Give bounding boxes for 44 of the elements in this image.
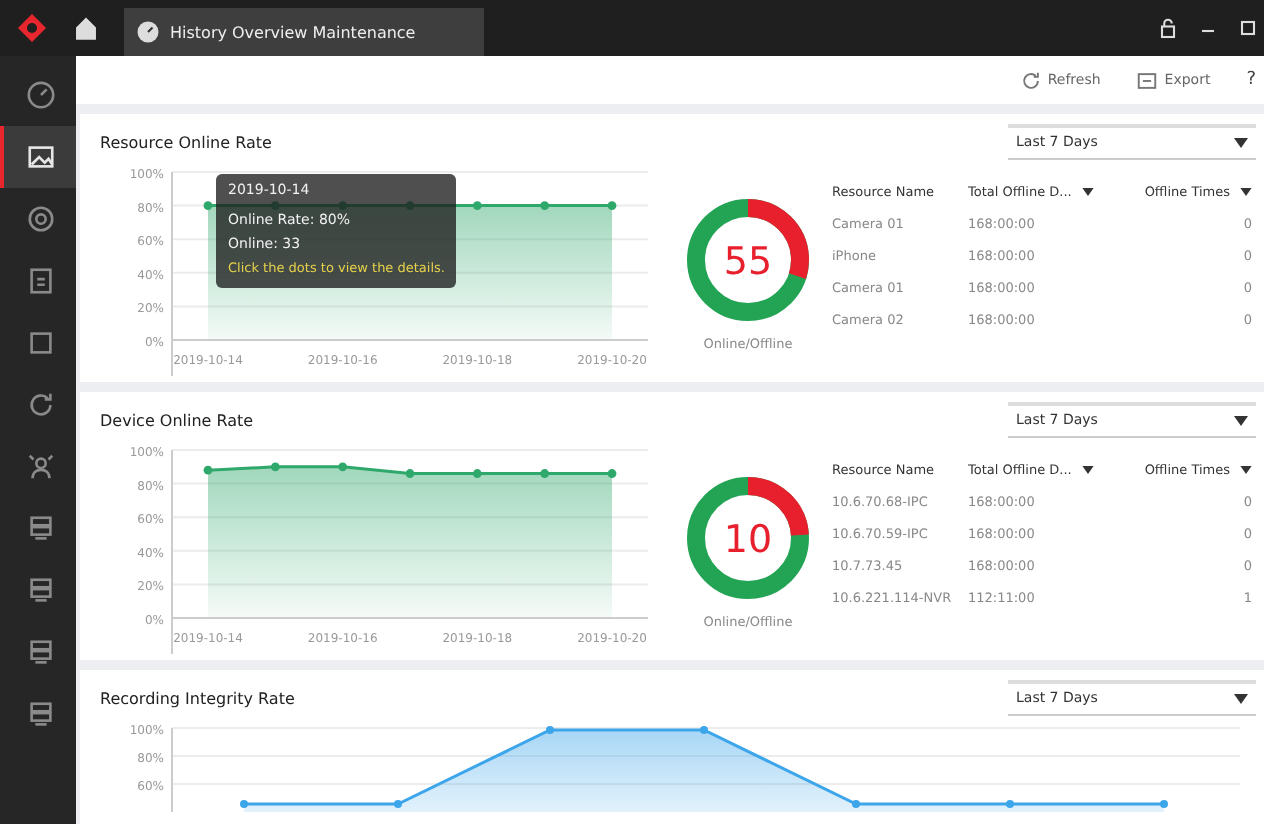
data-point[interactable] [405, 469, 415, 478]
square-icon [25, 328, 55, 358]
sort-icon[interactable] [1240, 466, 1252, 474]
caret-icon [1234, 693, 1248, 703]
data-point[interactable] [472, 469, 482, 478]
data-point[interactable] [338, 462, 348, 472]
data-point[interactable] [607, 201, 617, 210]
data-point[interactable] [472, 201, 482, 210]
gauge-icon [25, 80, 55, 110]
server-icon [25, 514, 55, 544]
refresh-icon [1019, 69, 1042, 91]
gauge-icon [136, 20, 160, 44]
sort-icon[interactable] [1081, 466, 1094, 474]
panel-title: Recording Integrity Rate [100, 689, 295, 707]
caret-icon [1234, 415, 1248, 425]
help-button[interactable]: ? [1242, 66, 1260, 94]
server-icon [25, 576, 55, 606]
image-icon [25, 142, 55, 172]
maximize-icon[interactable] [1236, 16, 1260, 40]
logo-icon [16, 12, 48, 44]
document-icon [25, 266, 55, 296]
panel-title: Device Online Rate [100, 411, 254, 429]
export-icon [1136, 69, 1159, 91]
data-point[interactable] [540, 201, 550, 210]
data-point[interactable] [203, 201, 213, 210]
data-point[interactable] [540, 469, 550, 478]
data-point[interactable] [203, 465, 213, 475]
target-icon [25, 204, 55, 234]
server-icon [25, 700, 55, 730]
sort-icon[interactable] [1240, 188, 1252, 196]
refresh-icon [25, 390, 55, 420]
window-tab[interactable]: History Overview Maintenance [124, 8, 484, 56]
donut-chart: 55 [684, 196, 812, 324]
donut-chart: 10 [684, 474, 812, 602]
data-point[interactable] [270, 462, 280, 472]
lock-icon[interactable] [1156, 16, 1180, 40]
home-icon[interactable] [72, 14, 100, 42]
panel-title: Resource Online Rate [100, 133, 272, 151]
data-point[interactable] [607, 469, 617, 478]
person-icon [25, 452, 55, 482]
server-icon [25, 638, 55, 668]
sort-icon[interactable] [1081, 188, 1094, 196]
caret-icon [1234, 137, 1248, 147]
sidebar-item[interactable] [0, 126, 76, 188]
